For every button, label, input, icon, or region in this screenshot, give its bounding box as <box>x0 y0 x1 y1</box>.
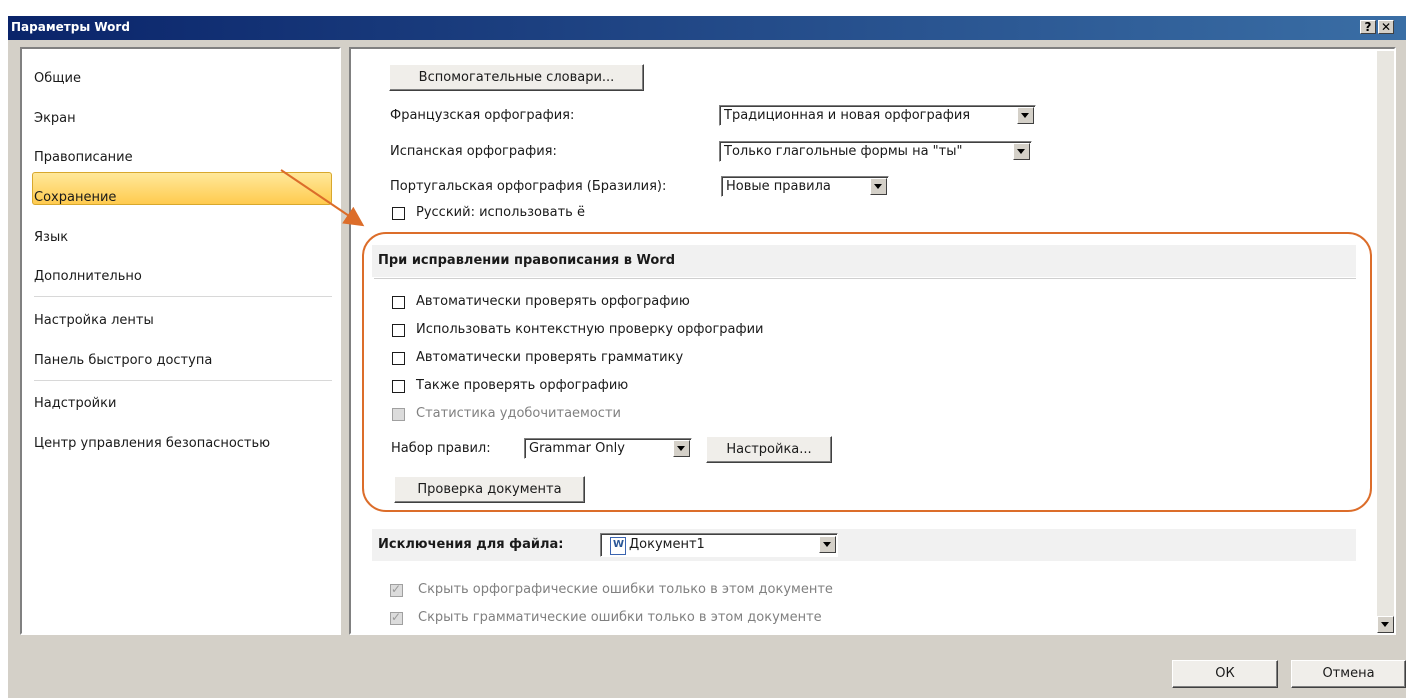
annotation-arrow-icon <box>280 169 365 227</box>
cancel-button[interactable]: Отмена <box>1291 660 1406 688</box>
ok-button[interactable]: ОК <box>1172 660 1278 688</box>
